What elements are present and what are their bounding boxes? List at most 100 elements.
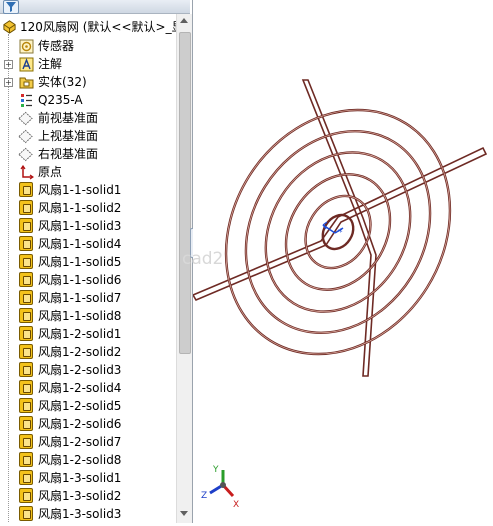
origin-icon <box>20 165 34 180</box>
tree-item-label: 风扇1-2-solid7 <box>38 435 122 449</box>
tree-item-label: 风扇1-1-solid3 <box>38 219 122 233</box>
solid-body-icon <box>19 272 33 287</box>
solid-body-icon <box>19 362 33 377</box>
watermark-text: cad2 <box>182 249 224 269</box>
tree-item-label: 原点 <box>38 165 63 179</box>
tree-item-body[interactable]: 风扇1-1-solid8 <box>0 307 180 325</box>
tree-item-body[interactable]: 风扇1-1-solid5 <box>0 253 180 271</box>
tree-item-label: 风扇1-1-solid4 <box>38 237 122 251</box>
solid-body-icon <box>19 290 33 305</box>
tree-item-label: 风扇1-2-solid6 <box>38 417 122 431</box>
solid-body-icon <box>19 470 33 485</box>
tree-item-label: 风扇1-1-solid1 <box>38 183 122 197</box>
tree-item-body[interactable]: 风扇1-1-solid1 <box>0 181 180 199</box>
tree-item-label: 上视基准面 <box>38 129 99 143</box>
tree-item-top-plane[interactable]: 上视基准面 <box>0 127 180 145</box>
scrollbar-thumb[interactable] <box>179 32 191 354</box>
tree-item-solid-bodies[interactable]: + 实体(32) <box>0 73 180 91</box>
filter-icon[interactable] <box>3 0 19 14</box>
scroll-up-arrow-icon[interactable] <box>180 18 188 23</box>
tree-item-label: 风扇1-2-solid2 <box>38 345 122 359</box>
triad-y-label: Y <box>212 465 219 475</box>
solid-body-icon <box>19 344 33 359</box>
tree-item-label: 风扇1-3-solid3 <box>38 507 122 521</box>
tree-item-label: 风扇1-3-solid2 <box>38 489 122 503</box>
tree-item-label: 前视基准面 <box>38 111 99 125</box>
tree-item-label: 风扇1-2-solid4 <box>38 381 122 395</box>
part-icon <box>3 20 16 34</box>
solid-body-icon <box>19 200 33 215</box>
expand-plus-icon[interactable]: + <box>4 78 13 87</box>
tree-item-origin[interactable]: 原点 <box>0 163 180 181</box>
tree-item-body[interactable]: 风扇1-2-solid6 <box>0 415 180 433</box>
solid-body-icon <box>19 488 33 503</box>
tree-item-label: 风扇1-1-solid7 <box>38 291 122 305</box>
tree-item-label: 风扇1-1-solid2 <box>38 201 122 215</box>
plane-icon <box>18 111 33 126</box>
tree-item-body[interactable]: 风扇1-1-solid4 <box>0 235 180 253</box>
fan-guard-ring-highlights <box>225 109 451 355</box>
feature-manager-tree-panel: 120风扇网 (默认<<默认>_显 传感器 + 注解 + 实体(32) Q235… <box>0 0 193 523</box>
tree-item-body[interactable]: 风扇1-2-solid2 <box>0 343 180 361</box>
annotation-icon <box>19 57 34 72</box>
tree-item-body[interactable]: 风扇1-1-solid3 <box>0 217 180 235</box>
solid-body-icon <box>19 416 33 431</box>
tree-item-sensors[interactable]: 传感器 <box>0 37 180 55</box>
plane-icon <box>18 147 33 162</box>
tree-item-label: 风扇1-1-solid8 <box>38 309 122 323</box>
tree-item-annotations[interactable]: + 注解 <box>0 55 180 73</box>
tree-item-body[interactable]: 风扇1-1-solid6 <box>0 271 180 289</box>
tree-root-part[interactable]: 120风扇网 (默认<<默认>_显 <box>0 18 184 36</box>
solid-body-icon <box>19 380 33 395</box>
solid-body-icon <box>19 182 33 197</box>
feature-tree: 120风扇网 (默认<<默认>_显 传感器 + 注解 + 实体(32) Q235… <box>0 18 184 523</box>
tree-item-label: 风扇1-2-solid8 <box>38 453 122 467</box>
tree-item-label: 风扇1-2-solid1 <box>38 327 122 341</box>
tree-item-label: 风扇1-1-solid6 <box>38 273 122 287</box>
solid-body-icon <box>19 308 33 323</box>
tree-root-label: 120风扇网 (默认<<默认>_显 <box>20 20 184 34</box>
tree-item-label: 传感器 <box>38 39 75 53</box>
tree-item-label: Q235-A <box>38 93 83 107</box>
tree-item-label: 风扇1-2-solid3 <box>38 363 122 377</box>
tree-item-label: 风扇1-1-solid5 <box>38 255 122 269</box>
tree-item-body[interactable]: 风扇1-2-solid5 <box>0 397 180 415</box>
tree-item-body[interactable]: 风扇1-1-solid7 <box>0 289 180 307</box>
triad-x-label: X <box>233 500 239 510</box>
tree-item-label: 风扇1-3-solid1 <box>38 471 122 485</box>
tree-item-body[interactable]: 风扇1-3-solid3 <box>0 505 180 523</box>
scroll-down-arrow-icon[interactable] <box>180 511 188 516</box>
tree-item-body[interactable]: 风扇1-2-solid1 <box>0 325 180 343</box>
expand-plus-icon[interactable]: + <box>4 60 13 69</box>
tree-item-right-plane[interactable]: 右视基准面 <box>0 145 180 163</box>
solid-body-icon <box>19 506 33 521</box>
tree-item-body[interactable]: 风扇1-3-solid2 <box>0 487 180 505</box>
solid-body-icon <box>19 452 33 467</box>
tree-item-label: 右视基准面 <box>38 147 99 161</box>
tree-item-label: 注解 <box>38 57 63 71</box>
sensor-icon <box>19 39 34 54</box>
tree-item-front-plane[interactable]: 前视基准面 <box>0 109 180 127</box>
tree-item-body[interactable]: 风扇1-2-solid3 <box>0 361 180 379</box>
solid-body-icon <box>19 326 33 341</box>
tree-item-label: 实体(32) <box>38 75 87 89</box>
solid-body-icon <box>19 236 33 251</box>
fan-guard-model[interactable]: * Y Z X <box>191 0 493 523</box>
solid-bodies-folder-icon <box>19 77 34 89</box>
tree-item-label: 风扇1-2-solid5 <box>38 399 122 413</box>
tree-item-material[interactable]: Q235-A <box>0 91 180 109</box>
svg-text:*: * <box>338 228 343 238</box>
solid-body-icon <box>19 218 33 233</box>
tree-item-body[interactable]: 风扇1-2-solid4 <box>0 379 180 397</box>
plane-icon <box>18 129 33 144</box>
tree-item-body[interactable]: 风扇1-3-solid1 <box>0 469 180 487</box>
solid-body-icon <box>19 434 33 449</box>
triad-z-label: Z <box>201 491 207 501</box>
view-orientation-triad: Y Z X <box>201 465 239 510</box>
tree-item-body[interactable]: 风扇1-1-solid2 <box>0 199 180 217</box>
tree-item-body[interactable]: 风扇1-2-solid7 <box>0 433 180 451</box>
tree-item-body[interactable]: 风扇1-2-solid8 <box>0 451 180 469</box>
filter-bar <box>0 0 190 14</box>
graphics-viewport[interactable]: * Y Z X <box>191 0 493 523</box>
solid-body-icon <box>19 398 33 413</box>
